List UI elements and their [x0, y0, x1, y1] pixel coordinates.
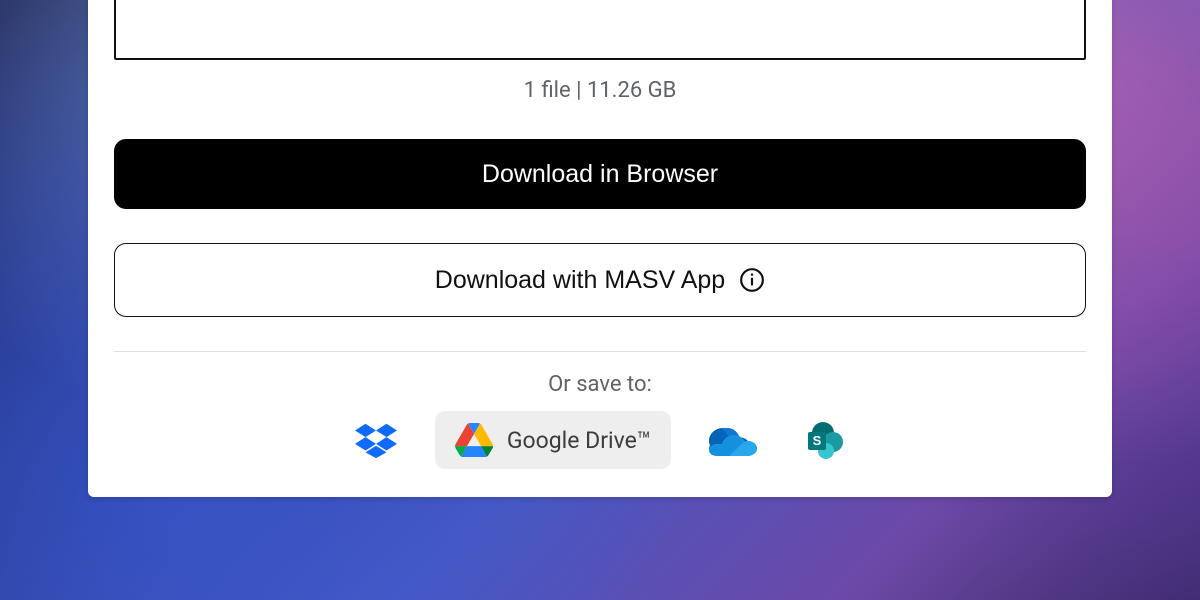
sharepoint-button[interactable]: S — [795, 411, 855, 469]
info-icon — [739, 267, 765, 293]
download-browser-button[interactable]: Download in Browser — [114, 139, 1086, 209]
dropbox-button[interactable] — [345, 411, 407, 469]
download-app-button[interactable]: Download with MASV App — [114, 243, 1086, 317]
google-drive-button[interactable]: Google Drive™ — [435, 411, 671, 469]
onedrive-icon — [709, 424, 757, 456]
save-to-row: Google Drive™ S — [114, 411, 1086, 469]
download-app-label: Download with MASV App — [435, 266, 725, 295]
dropbox-icon — [355, 421, 397, 459]
svg-text:S: S — [813, 433, 822, 448]
download-card: 1 file | 11.26 GB Download in Browser Do… — [88, 0, 1112, 497]
sharepoint-icon: S — [805, 420, 845, 460]
download-browser-label: Download in Browser — [482, 160, 718, 189]
file-meta: 1 file | 11.26 GB — [114, 78, 1086, 103]
save-to-label: Or save to: — [114, 372, 1086, 397]
onedrive-button[interactable] — [699, 411, 767, 469]
file-preview — [114, 0, 1086, 60]
google-drive-label: Google Drive™ — [507, 427, 651, 454]
google-drive-icon — [455, 423, 493, 457]
divider — [114, 351, 1086, 352]
